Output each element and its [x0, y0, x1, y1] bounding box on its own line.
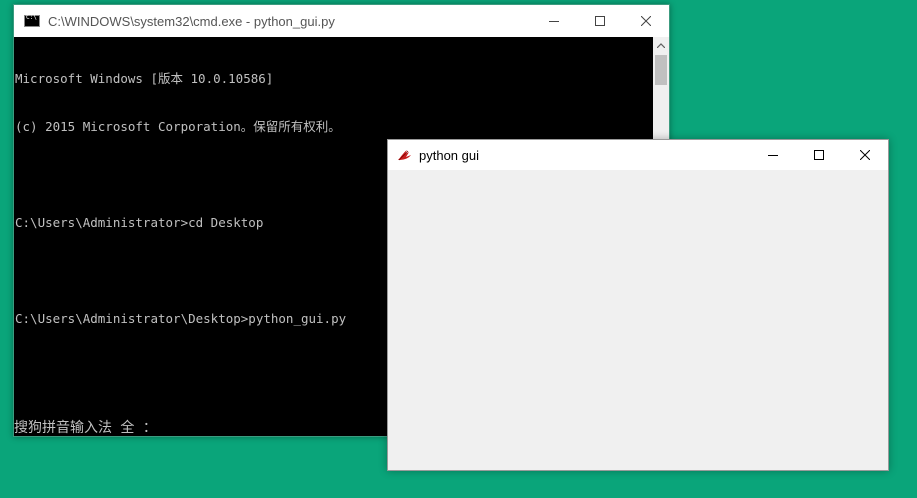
maximize-icon — [814, 150, 824, 160]
tk-feather-icon — [397, 148, 413, 162]
tk-titlebar[interactable]: python gui — [388, 140, 888, 170]
scrollbar-thumb[interactable] — [655, 55, 667, 85]
console-line: (c) 2015 Microsoft Corporation。保留所有权利。 — [15, 119, 341, 134]
cmd-close-button[interactable] — [623, 5, 669, 37]
cmd-titlebar[interactable]: C:\WINDOWS\system32\cmd.exe - python_gui… — [14, 5, 669, 37]
cmd-icon — [24, 14, 40, 27]
tk-close-button[interactable] — [842, 140, 888, 170]
ime-status-bar: 搜狗拼音输入法 全 ： — [14, 420, 157, 436]
close-icon — [641, 16, 651, 26]
scroll-up-button[interactable] — [653, 37, 669, 53]
console-line: C:\Users\Administrator\Desktop>python_gu… — [15, 311, 347, 326]
cmd-window-title: C:\WINDOWS\system32\cmd.exe - python_gui… — [48, 13, 335, 29]
tk-maximize-button[interactable] — [796, 140, 842, 170]
tk-window[interactable]: python gui — [387, 139, 889, 471]
console-line: Microsoft Windows [版本 10.0.10586] — [15, 71, 274, 86]
tk-window-title: python gui — [419, 147, 479, 163]
console-output: Microsoft Windows [版本 10.0.10586] (c) 20… — [15, 39, 346, 359]
cmd-window-controls — [531, 5, 669, 37]
cmd-maximize-button[interactable] — [577, 5, 623, 37]
close-icon — [860, 150, 870, 160]
minimize-icon — [768, 155, 778, 156]
minimize-icon — [549, 21, 559, 22]
tk-window-controls — [750, 140, 888, 170]
chevron-up-icon — [657, 42, 665, 48]
maximize-icon — [595, 16, 605, 26]
console-line: C:\Users\Administrator>cd Desktop — [15, 215, 264, 230]
cmd-minimize-button[interactable] — [531, 5, 577, 37]
tk-client-area — [388, 170, 888, 470]
tk-minimize-button[interactable] — [750, 140, 796, 170]
